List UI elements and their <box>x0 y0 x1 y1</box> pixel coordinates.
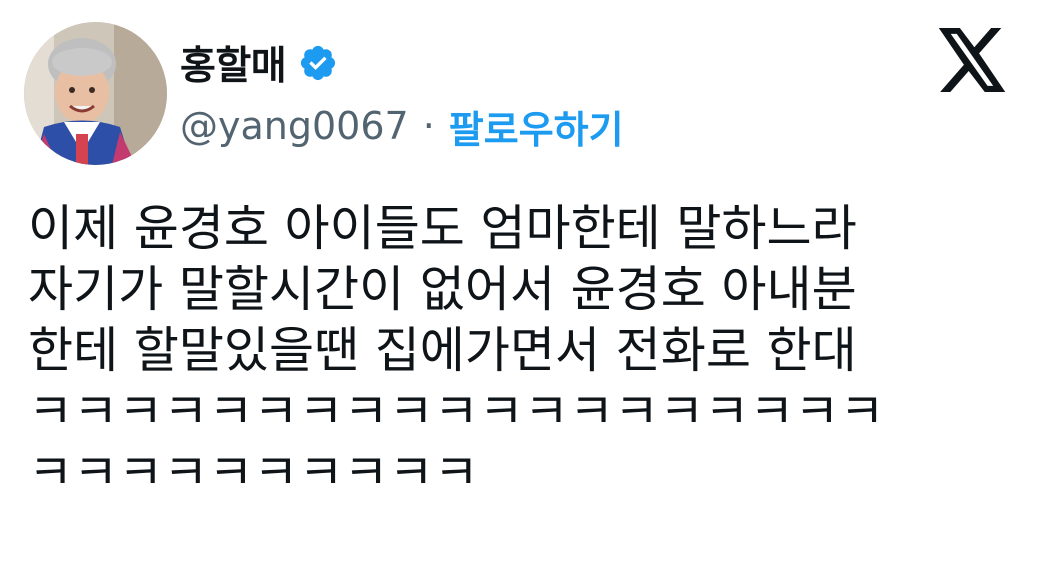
avatar-image <box>24 22 167 165</box>
tweet-line: ㅋㅋㅋㅋㅋㅋㅋㅋㅋㅋ <box>28 444 479 501</box>
author-handle[interactable]: @yang0067 <box>180 104 409 148</box>
author-avatar[interactable] <box>24 22 167 165</box>
tweet-line: ㅋㅋㅋㅋㅋㅋㅋㅋㅋㅋㅋㅋㅋㅋㅋㅋㅋㅋㅋ <box>28 383 885 440</box>
separator-dot: · <box>422 104 435 148</box>
tweet-line: 한테 할말있을땐 집에가면서 전화로 한대 <box>28 322 857 379</box>
author-name-row: 홍할매 <box>180 36 338 90</box>
tweet-line: 자기가 말할시간이 없어서 윤경호 아내분 <box>28 261 857 318</box>
x-logo-icon[interactable] <box>938 28 1008 92</box>
tweet-line: 이제 윤경호 아이들도 엄마한테 말하느라 <box>28 200 857 257</box>
follow-button[interactable]: 팔로우하기 <box>449 99 624 154</box>
verified-badge-icon <box>298 43 338 83</box>
author-name[interactable]: 홍할매 <box>180 35 287 91</box>
author-handle-row: @yang0067 · 팔로우하기 <box>180 100 624 152</box>
tweet-text: 이제 윤경호 아이들도 엄마한테 말하느라 자기가 말할시간이 없어서 윤경호 … <box>28 198 1038 503</box>
